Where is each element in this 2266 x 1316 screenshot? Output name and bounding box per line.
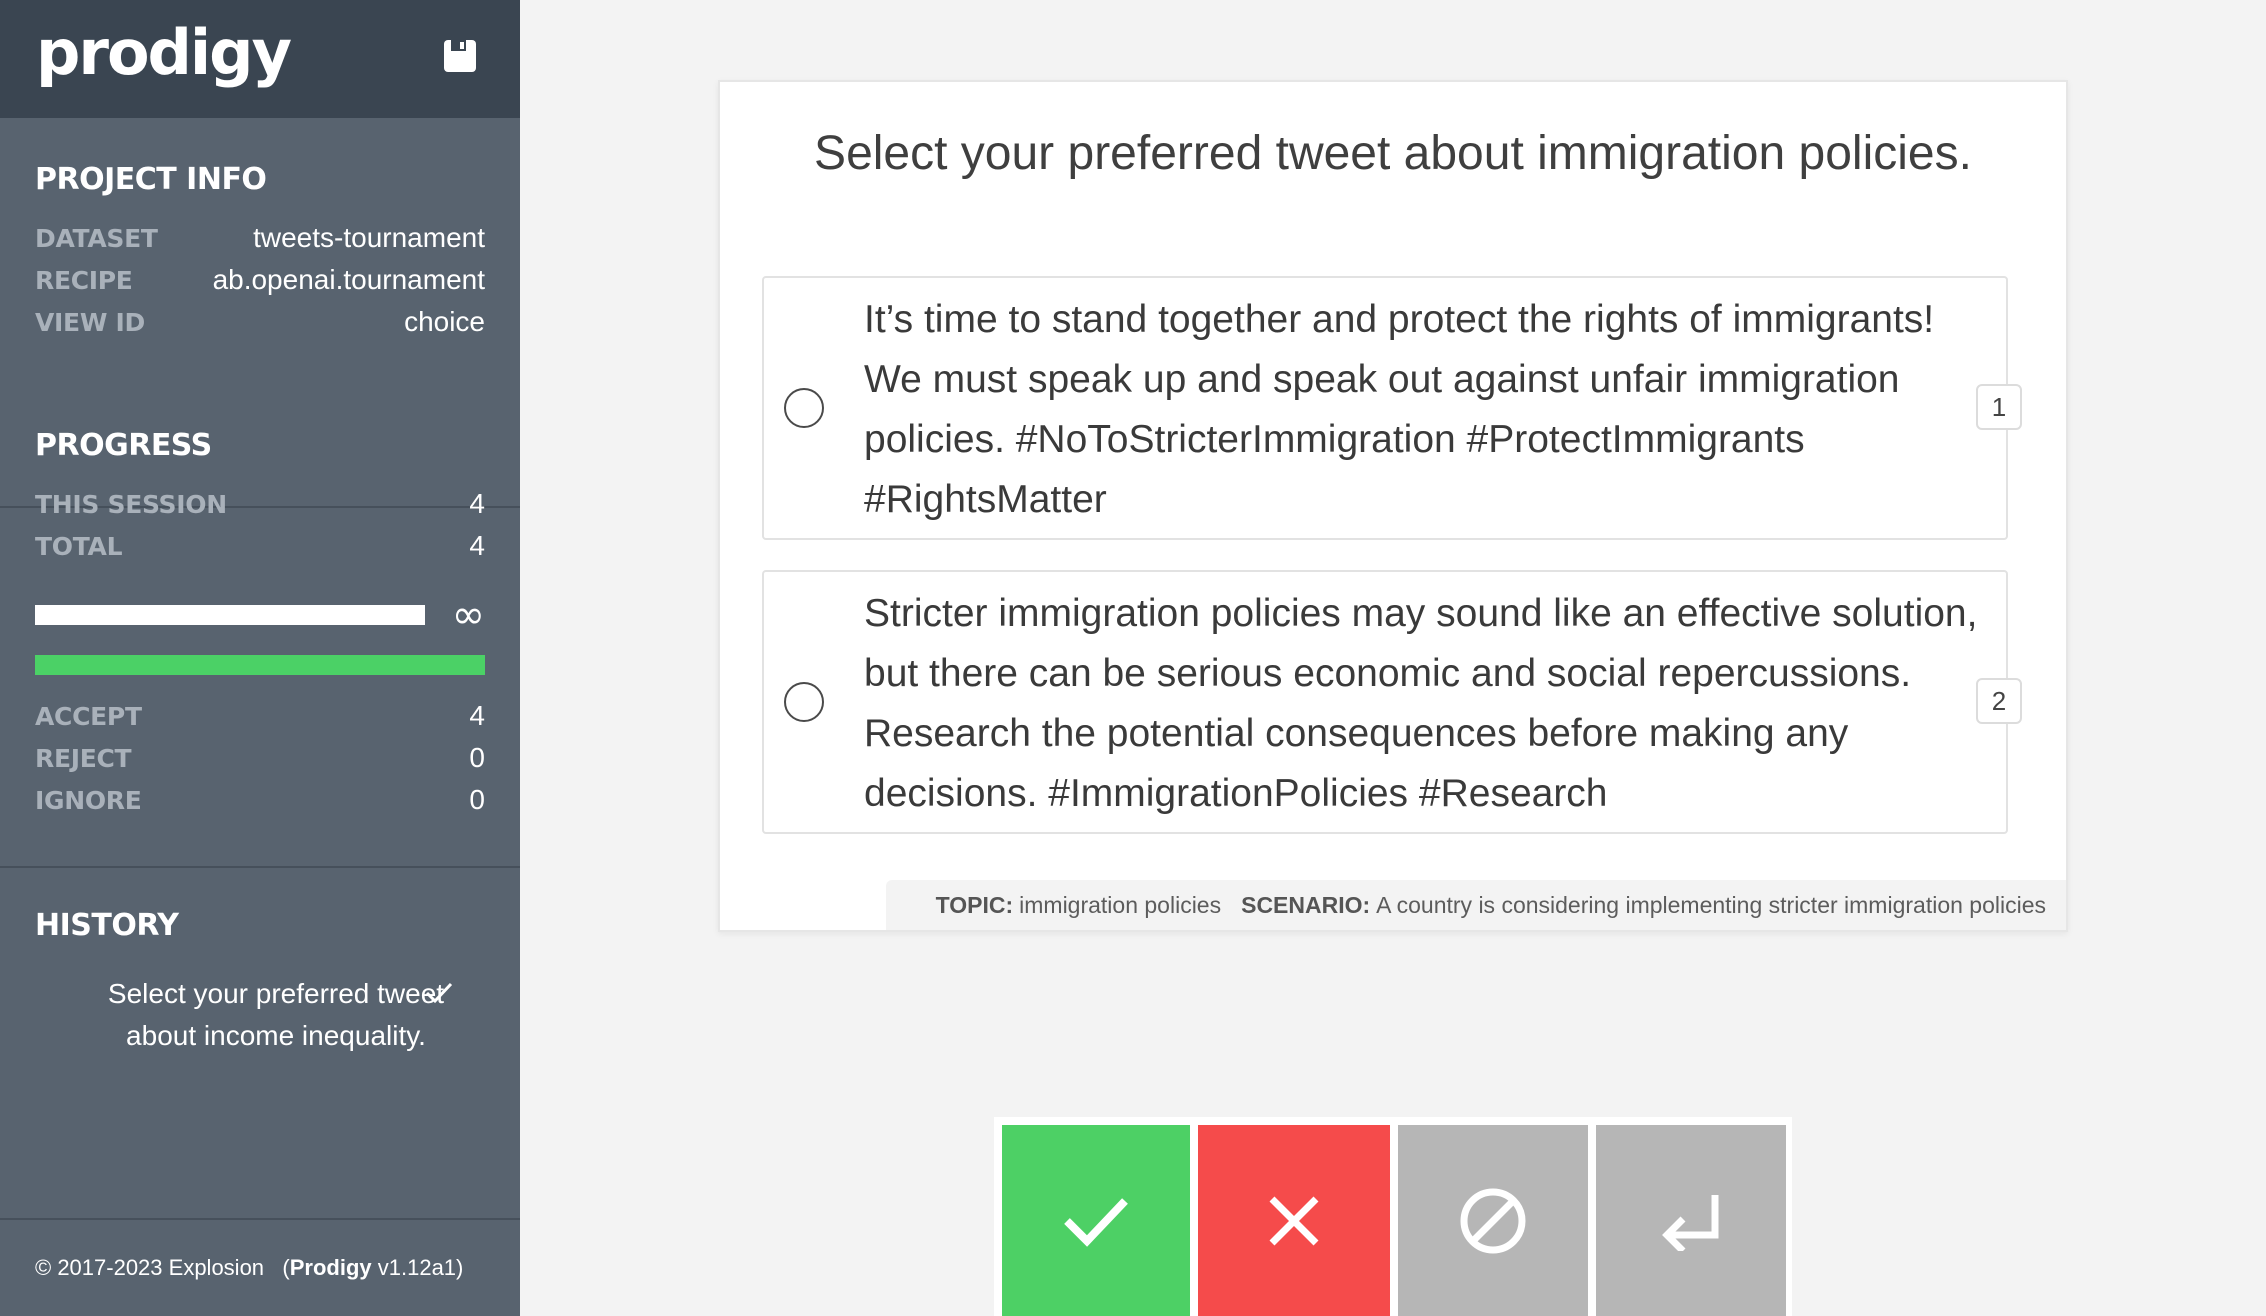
- dataset-value: tweets-tournament: [253, 222, 485, 253]
- reject-button[interactable]: [1198, 1125, 1390, 1316]
- total-row: TOTAL 4: [35, 525, 485, 567]
- task-meta: TOPIC: immigration policies SCENARIO: A …: [886, 880, 2066, 930]
- ignore-button[interactable]: [1398, 1125, 1588, 1316]
- check-icon: [425, 982, 453, 1004]
- progress-bar: [35, 605, 425, 625]
- dataset-row: DATASET tweets-tournament: [35, 217, 485, 259]
- this-session-row: THIS SESSION 4: [35, 483, 485, 525]
- ignore-label: IGNORE: [35, 785, 142, 815]
- accept-ratio-bar: [35, 655, 485, 675]
- reject-count: 0: [469, 742, 485, 773]
- this-session-label: THIS SESSION: [35, 489, 227, 519]
- scenario-value: A country is considering implementing st…: [1376, 891, 2046, 918]
- topic-value: immigration policies: [1019, 891, 1222, 918]
- product-name: Prodigy: [289, 1255, 372, 1280]
- version: v1.12a1: [377, 1255, 457, 1280]
- accept-row: ACCEPT 4: [35, 695, 485, 737]
- view-id-label: VIEW ID: [35, 307, 145, 337]
- history-item[interactable]: Select your preferred tweet about income…: [35, 973, 485, 1057]
- prodigy-logo: prodigy: [36, 16, 292, 89]
- history-title: HISTORY: [35, 908, 179, 943]
- sidebar-header: prodigy: [0, 0, 520, 118]
- progress-title: PROGRESS: [35, 428, 212, 463]
- this-session-value: 4: [469, 488, 485, 519]
- infinity-icon: ∞: [451, 592, 485, 638]
- radio-button[interactable]: [784, 388, 824, 428]
- accept-button[interactable]: [1002, 1125, 1190, 1316]
- view-id-value: choice: [404, 306, 485, 337]
- view-id-row: VIEW ID choice: [35, 301, 485, 343]
- undo-button[interactable]: [1596, 1125, 1786, 1316]
- history-section: HISTORY Select your preferred tweet abou…: [0, 868, 520, 1220]
- scenario-label: SCENARIO:: [1241, 891, 1371, 918]
- footer: © 2017-2023 Explosion (Prodigy v1.12a1): [35, 1255, 464, 1280]
- project-info-title: PROJECT INFO: [35, 162, 267, 197]
- ignore-row: IGNORE 0: [35, 779, 485, 821]
- dataset-label: DATASET: [35, 223, 158, 253]
- ignore-count: 0: [469, 784, 485, 815]
- topic-label: TOPIC:: [935, 891, 1014, 918]
- cross-icon: [1269, 1196, 1319, 1245]
- option-text: Stricter immigration policies may sound …: [864, 592, 1978, 815]
- keyboard-shortcut-badge: 1: [1976, 384, 2022, 430]
- radio-button[interactable]: [784, 682, 824, 722]
- total-label: TOTAL: [35, 531, 123, 561]
- ban-icon: [1460, 1188, 1526, 1253]
- choice-option-2[interactable]: Stricter immigration policies may sound …: [762, 570, 2022, 834]
- save-icon: [444, 40, 476, 72]
- copyright: © 2017-2023 Explosion: [35, 1255, 265, 1280]
- option-text: It’s time to stand together and protect …: [864, 298, 1935, 521]
- check-icon: [1064, 1197, 1128, 1247]
- recipe-label: RECIPE: [35, 265, 133, 295]
- recipe-row: RECIPE ab.openai.tournament: [35, 259, 485, 301]
- history-item-text: Select your preferred tweet about income…: [107, 978, 445, 1051]
- accept-count: 4: [469, 700, 485, 731]
- task-prompt: Select your preferred tweet about immigr…: [814, 127, 1972, 180]
- accept-label: ACCEPT: [35, 701, 142, 731]
- undo-return-icon: [1662, 1194, 1719, 1251]
- save-button[interactable]: [440, 36, 480, 76]
- sidebar: prodigy PROJECT INFO DATASET tweets-tour…: [0, 0, 520, 1316]
- choice-option-1[interactable]: It’s time to stand together and protect …: [762, 276, 2022, 540]
- recipe-value: ab.openai.tournament: [212, 264, 485, 295]
- progress-section: PROGRESS THIS SESSION 4 TOTAL 4 ∞ ACCEPT…: [0, 388, 520, 868]
- keyboard-shortcut-badge: 2: [1976, 678, 2022, 724]
- progress-track: ∞: [35, 592, 485, 638]
- total-value: 4: [469, 530, 485, 561]
- action-buttons: [994, 1117, 1792, 1316]
- reject-row: REJECT 0: [35, 737, 485, 779]
- task-card: Select your preferred tweet about immigr…: [718, 80, 2068, 932]
- reject-label: REJECT: [35, 743, 132, 773]
